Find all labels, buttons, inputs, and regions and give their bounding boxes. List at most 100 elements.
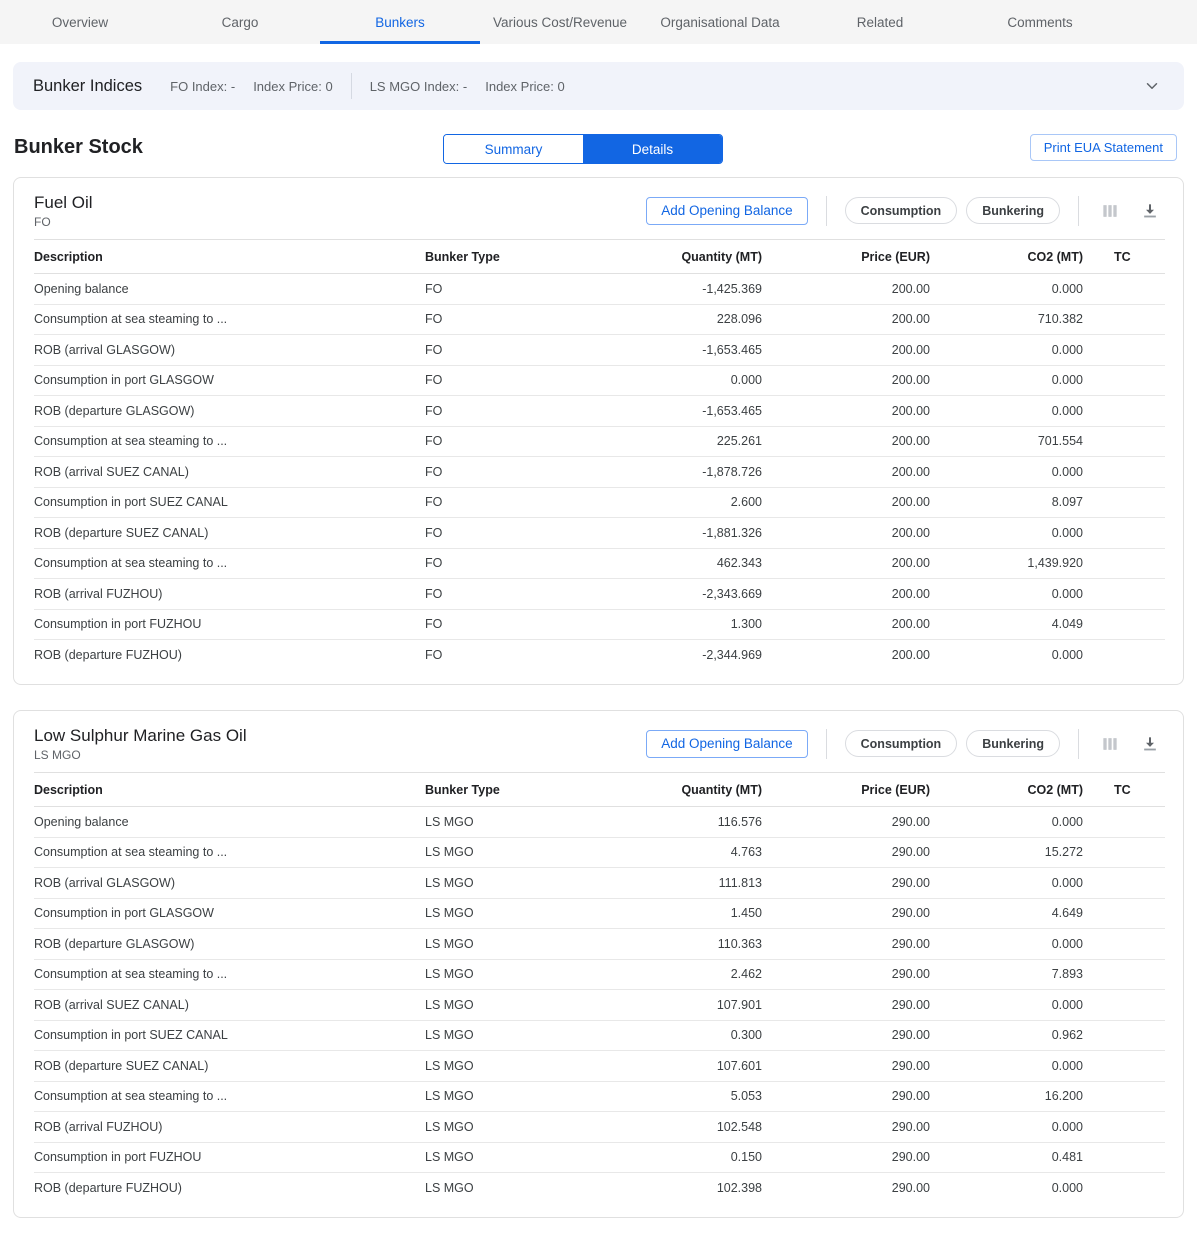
cell-price: 290.00: [762, 1173, 930, 1204]
cell-co2: 0.000: [930, 518, 1083, 549]
cell-quantity: 4.763: [580, 837, 762, 868]
table-row: Consumption in port FUZHOUFO1.300200.004…: [34, 609, 1165, 640]
ls-mgo-subtitle: LS MGO: [34, 748, 247, 762]
cell-bunker-type: FO: [425, 304, 580, 335]
ls-mgo-title: Low Sulphur Marine Gas Oil: [34, 725, 247, 747]
cell-bunker-type: LS MGO: [425, 1081, 580, 1112]
cell-bunker-type: LS MGO: [425, 898, 580, 929]
cell-co2: 0.000: [930, 396, 1083, 427]
column-price: Price (EUR): [762, 240, 930, 274]
cell-bunker-type: LS MGO: [425, 1173, 580, 1204]
table-row: ROB (arrival GLASGOW)LS MGO111.813290.00…: [34, 868, 1165, 899]
cell-price: 200.00: [762, 426, 930, 457]
column-co2: CO2 (MT): [930, 773, 1083, 807]
cell-price: 290.00: [762, 898, 930, 929]
cell-quantity: 116.576: [580, 807, 762, 838]
tab-various-cost-revenue[interactable]: Various Cost/Revenue: [480, 0, 640, 44]
cell-description: Consumption at sea steaming to ...: [34, 426, 425, 457]
consumption-button[interactable]: Consumption: [845, 730, 958, 757]
tab-organisational-data[interactable]: Organisational Data: [640, 0, 800, 44]
table-row: Consumption at sea steaming to ...FO462.…: [34, 548, 1165, 579]
cell-co2: 0.000: [930, 1112, 1083, 1143]
cell-tc: [1083, 837, 1165, 868]
cell-description: ROB (departure SUEZ CANAL): [34, 1051, 425, 1082]
tab-comments[interactable]: Comments: [960, 0, 1120, 44]
cell-tc: [1083, 487, 1165, 518]
table-header-row: Description Bunker Type Quantity (MT) Pr…: [34, 240, 1165, 274]
cell-description: Consumption in port SUEZ CANAL: [34, 487, 425, 518]
consumption-button[interactable]: Consumption: [845, 197, 958, 224]
details-toggle-button[interactable]: Details: [583, 135, 722, 163]
fuel-oil-card-header: Fuel Oil FO Add Opening Balance Consumpt…: [34, 178, 1163, 239]
column-bunker-type: Bunker Type: [425, 240, 580, 274]
tab-cargo[interactable]: Cargo: [160, 0, 320, 44]
add-opening-balance-button[interactable]: Add Opening Balance: [646, 730, 807, 758]
cell-bunker-type: FO: [425, 457, 580, 488]
cell-quantity: -1,653.465: [580, 396, 762, 427]
bunker-indices-bar: Bunker Indices FO Index: - Index Price: …: [13, 62, 1184, 110]
cell-co2: 0.000: [930, 1051, 1083, 1082]
tab-overview[interactable]: Overview: [0, 0, 160, 44]
tab-bunkers[interactable]: Bunkers: [320, 0, 480, 44]
bunkering-button[interactable]: Bunkering: [966, 730, 1060, 757]
cell-quantity: -1,881.326: [580, 518, 762, 549]
download-icon[interactable]: [1137, 731, 1163, 757]
summary-toggle-button[interactable]: Summary: [444, 135, 583, 163]
columns-icon[interactable]: [1097, 731, 1123, 757]
cell-bunker-type: FO: [425, 335, 580, 366]
fuel-oil-title: Fuel Oil: [34, 192, 93, 214]
column-co2: CO2 (MT): [930, 240, 1083, 274]
chevron-down-icon[interactable]: [1140, 74, 1164, 98]
table-row: Consumption at sea steaming to ...LS MGO…: [34, 959, 1165, 990]
download-icon[interactable]: [1137, 198, 1163, 224]
cell-price: 200.00: [762, 487, 930, 518]
cell-quantity: 107.901: [580, 990, 762, 1021]
cell-co2: 0.000: [930, 990, 1083, 1021]
cell-co2: 0.000: [930, 1173, 1083, 1204]
columns-icon[interactable]: [1097, 198, 1123, 224]
indices-divider: [351, 73, 352, 99]
cell-price: 200.00: [762, 457, 930, 488]
table-row: ROB (departure FUZHOU)LS MGO102.398290.0…: [34, 1173, 1165, 1204]
print-eua-statement-button[interactable]: Print EUA Statement: [1030, 134, 1177, 161]
cell-description: ROB (departure GLASGOW): [34, 929, 425, 960]
cell-price: 290.00: [762, 837, 930, 868]
cell-price: 290.00: [762, 1051, 930, 1082]
cell-bunker-type: FO: [425, 274, 580, 305]
cell-co2: 710.382: [930, 304, 1083, 335]
cell-bunker-type: FO: [425, 640, 580, 671]
cell-co2: 4.649: [930, 898, 1083, 929]
bunkering-button[interactable]: Bunkering: [966, 197, 1060, 224]
cell-quantity: -1,425.369: [580, 274, 762, 305]
cell-price: 290.00: [762, 1020, 930, 1051]
cell-tc: [1083, 365, 1165, 396]
cell-tc: [1083, 335, 1165, 366]
cell-tc: [1083, 579, 1165, 610]
cell-price: 200.00: [762, 518, 930, 549]
cell-tc: [1083, 396, 1165, 427]
cell-price: 200.00: [762, 274, 930, 305]
cell-bunker-type: LS MGO: [425, 807, 580, 838]
cell-co2: 0.000: [930, 274, 1083, 305]
table-row: ROB (departure GLASGOW)FO-1,653.465200.0…: [34, 396, 1165, 427]
cell-price: 290.00: [762, 990, 930, 1021]
cell-price: 200.00: [762, 396, 930, 427]
cell-co2: 0.000: [930, 365, 1083, 396]
table-row: Consumption at sea steaming to ...LS MGO…: [34, 837, 1165, 868]
top-tab-bar: Overview Cargo Bunkers Various Cost/Reve…: [0, 0, 1197, 44]
add-opening-balance-button[interactable]: Add Opening Balance: [646, 197, 807, 225]
table-row: Consumption in port GLASGOWLS MGO1.45029…: [34, 898, 1165, 929]
table-row: Consumption in port FUZHOULS MGO0.150290…: [34, 1142, 1165, 1173]
ls-mgo-index-price: Index Price: 0: [485, 79, 565, 94]
cell-bunker-type: FO: [425, 365, 580, 396]
cell-bunker-type: LS MGO: [425, 1020, 580, 1051]
cell-quantity: 1.450: [580, 898, 762, 929]
page-title: Bunker Stock: [14, 136, 143, 159]
cell-price: 200.00: [762, 579, 930, 610]
ls-mgo-index-value: LS MGO Index: -: [370, 79, 468, 94]
actions-divider: [826, 729, 827, 759]
cell-co2: 15.272: [930, 837, 1083, 868]
cell-tc: [1083, 807, 1165, 838]
column-tc: TC: [1083, 773, 1165, 807]
tab-related[interactable]: Related: [800, 0, 960, 44]
